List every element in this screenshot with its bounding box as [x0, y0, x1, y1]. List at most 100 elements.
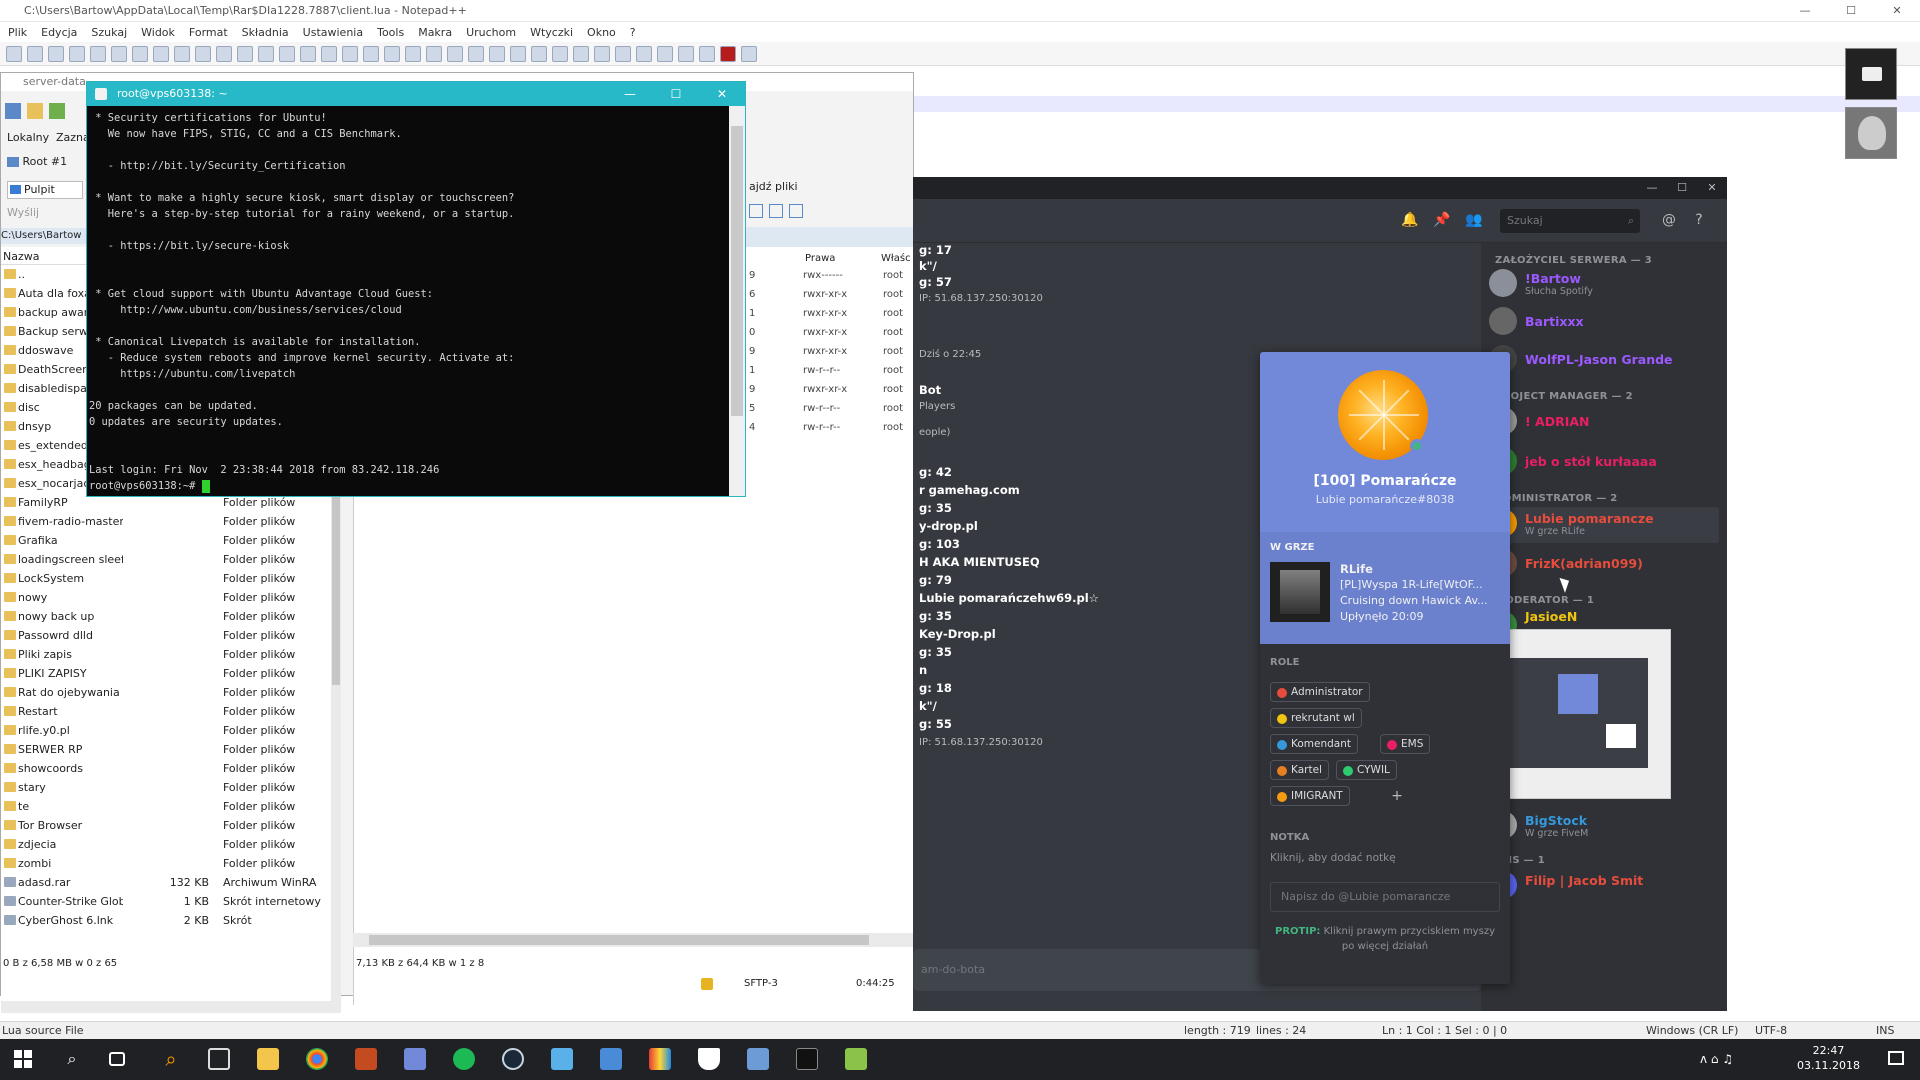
minus-icon[interactable]: [769, 204, 783, 218]
remote-row[interactable]: 6 rwxr-xr-x root: [749, 285, 915, 304]
pin-icon[interactable]: 📌: [1433, 212, 1450, 228]
file-row[interactable]: PLIKI ZAPISY Folder plików: [1, 664, 341, 683]
menu-item[interactable]: Okno: [587, 26, 616, 39]
toolbar-button[interactable]: [48, 45, 64, 62]
minimize-button[interactable]: —: [1782, 0, 1828, 22]
refresh-icon[interactable]: [49, 103, 65, 119]
mention-icon[interactable]: @: [1661, 212, 1677, 228]
terminal-scrollbar[interactable]: [729, 106, 745, 496]
minimize-button[interactable]: —: [1637, 177, 1667, 199]
clock[interactable]: 22:47 03.11.2018: [1797, 1043, 1860, 1073]
member-item[interactable]: BigStock W grze FiveM: [1489, 809, 1719, 845]
toolbar-button[interactable]: [6, 45, 22, 62]
member-item[interactable]: Bartixxx: [1489, 305, 1719, 341]
remote-row[interactable]: 0 rwxr-xr-x root: [749, 323, 915, 342]
find-files-button[interactable]: ajdź pliki: [749, 180, 798, 193]
search-icon[interactable]: ⌕: [61, 1048, 83, 1070]
toolbar-button[interactable]: [636, 45, 652, 62]
file-row[interactable]: zdjecia Folder plików: [1, 835, 341, 854]
toolbar-button[interactable]: [237, 45, 253, 62]
spotify-icon[interactable]: [453, 1048, 475, 1070]
file-row[interactable]: LockSystem Folder plików: [1, 569, 341, 588]
file-row[interactable]: loadingscreen sleeford Folder plików: [1, 550, 341, 569]
remote-row[interactable]: 9 rwx------ root: [749, 266, 915, 285]
toolbar-button[interactable]: [321, 45, 337, 62]
tray-icons[interactable]: ʌ ⌂ ♫: [1700, 1052, 1733, 1066]
role-pill[interactable]: EMS: [1380, 734, 1431, 754]
menu-item[interactable]: Makra: [418, 26, 452, 39]
file-explorer-icon[interactable]: [257, 1048, 279, 1070]
notepadpp-icon[interactable]: [845, 1048, 867, 1070]
file-row[interactable]: SERWER RP Folder plików: [1, 740, 341, 759]
steam-icon[interactable]: [502, 1048, 524, 1070]
close-button[interactable]: ✕: [1874, 0, 1920, 22]
bell-icon[interactable]: 🔔: [1401, 212, 1418, 228]
toolbar-button[interactable]: [699, 45, 715, 62]
member-item[interactable]: ! ADRIAN: [1489, 405, 1719, 441]
toolbar-button[interactable]: [468, 45, 484, 62]
file-row[interactable]: CyberGhost 6.lnk 2 KB Skrót: [1, 911, 341, 930]
menu-item[interactable]: Ustawienia: [303, 26, 363, 39]
shield-icon[interactable]: [698, 1048, 720, 1070]
discord-icon[interactable]: [404, 1048, 426, 1070]
terminal-output[interactable]: * Security certifications for Ubuntu! We…: [87, 106, 727, 496]
toolbar-button[interactable]: [573, 45, 589, 62]
tab-local[interactable]: Lokalny: [7, 131, 49, 144]
col-name[interactable]: Nazwa: [3, 250, 39, 263]
toolbar-button[interactable]: [90, 45, 106, 62]
menu-item[interactable]: Uruchom: [466, 26, 516, 39]
menu-item[interactable]: Plik: [8, 26, 27, 39]
members-icon[interactable]: 👥: [1465, 212, 1482, 228]
winscp-icon[interactable]: [600, 1048, 622, 1070]
member-item[interactable]: Filip | Jacob Smit: [1489, 869, 1719, 905]
col-rights[interactable]: Prawa: [805, 253, 835, 264]
toolbar-button[interactable]: [174, 45, 190, 62]
toolbar-button[interactable]: [405, 45, 421, 62]
send-button[interactable]: Wyślij: [7, 206, 39, 219]
file-row[interactable]: fivem-radio-master Folder plików: [1, 512, 341, 531]
maximize-button[interactable]: ☐: [653, 82, 699, 106]
toolbar-button[interactable]: [615, 45, 631, 62]
role-pill[interactable]: Kartel: [1270, 760, 1329, 780]
minimize-button[interactable]: —: [607, 82, 653, 106]
toolbar-button[interactable]: [384, 45, 400, 62]
menu-item[interactable]: Składnia: [242, 26, 289, 39]
windows-start-icon[interactable]: [12, 1048, 34, 1070]
file-row[interactable]: Passowrd dlld Folder plików: [1, 626, 341, 645]
toolbar-button[interactable]: [489, 45, 505, 62]
file-row[interactable]: stary Folder plików: [1, 778, 341, 797]
col-owner[interactable]: Właśc: [881, 253, 911, 264]
remote-hscroll[interactable]: [353, 933, 915, 947]
remote-row[interactable]: 4 rw-r--r-- root: [749, 418, 915, 437]
file-row[interactable]: Rat do ojebywania Folder plików: [1, 683, 341, 702]
toolbar-button[interactable]: [279, 45, 295, 62]
winrar-icon[interactable]: [649, 1048, 671, 1070]
toolbar-button[interactable]: [531, 45, 547, 62]
toolbar-button[interactable]: [426, 45, 442, 62]
toolbar-button[interactable]: [594, 45, 610, 62]
toolbar-button[interactable]: [552, 45, 568, 62]
menu-item[interactable]: Widok: [141, 26, 175, 39]
maximize-button[interactable]: ☐: [1828, 0, 1874, 22]
member-item[interactable]: WolfPL-Jason Grande: [1489, 343, 1719, 379]
plus-icon[interactable]: [749, 204, 763, 218]
remote-row[interactable]: 1 rw-r--r-- root: [749, 361, 915, 380]
toolbar-button[interactable]: [363, 45, 379, 62]
task-view-icon[interactable]: [109, 1052, 125, 1066]
file-row[interactable]: Tor Browser Folder plików: [1, 816, 341, 835]
toolbar-button[interactable]: [510, 45, 526, 62]
search-app-icon[interactable]: ⌕: [160, 1048, 182, 1070]
stream-preview[interactable]: [1487, 629, 1671, 799]
role-pill[interactable]: CYWIL: [1336, 760, 1397, 780]
local-hscroll[interactable]: [1, 1001, 341, 1013]
member-item[interactable]: FrizK(adrian099): [1489, 547, 1719, 583]
file-row[interactable]: Counter-Strike Global... 1 KB Skrót intern…: [1, 892, 341, 911]
file-row[interactable]: Grafika Folder plików: [1, 531, 341, 550]
role-pill[interactable]: Komendant: [1270, 734, 1359, 754]
folder-icon[interactable]: [27, 103, 43, 119]
file-row[interactable]: rlife.y0.pl Folder plików: [1, 721, 341, 740]
notifications-icon[interactable]: [1888, 1051, 1904, 1065]
app-icon[interactable]: [551, 1048, 573, 1070]
terminal-icon[interactable]: [796, 1048, 818, 1070]
sync-icon[interactable]: [5, 103, 21, 119]
